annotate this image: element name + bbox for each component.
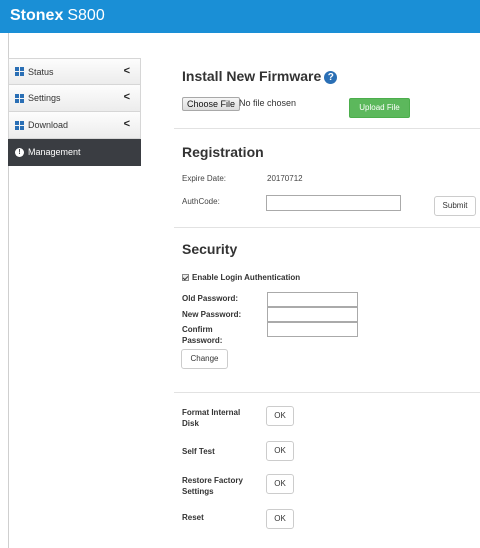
format-disk-ok-button[interactable]: OK xyxy=(266,406,294,426)
sidebar-item-label: Management xyxy=(28,147,81,157)
section-divider xyxy=(174,227,480,228)
authcode-input[interactable] xyxy=(266,195,401,211)
restore-factory-label: Restore Factory Settings xyxy=(182,475,243,497)
chevron-left-icon: < xyxy=(123,65,130,77)
upload-file-button[interactable]: Upload File xyxy=(349,98,410,118)
confirm-password-input[interactable] xyxy=(267,322,358,337)
grid-icon xyxy=(15,120,24,130)
firmware-section-title: Install New Firmware? xyxy=(182,68,338,84)
sidebar-nav: Status < Settings < Download < ! Managem… xyxy=(8,58,141,166)
sidebar-item-settings[interactable]: Settings < xyxy=(8,85,141,112)
change-password-button[interactable]: Change xyxy=(181,349,228,369)
new-password-label: New Password: xyxy=(182,310,242,319)
restore-factory-label-line2: Settings xyxy=(182,487,214,496)
confirm-password-label-line1: Confirm xyxy=(182,325,213,334)
choose-file-button[interactable]: Choose File xyxy=(182,97,241,111)
grid-icon xyxy=(15,67,24,76)
brand-model: S800 xyxy=(67,7,105,24)
self-test-label: Self Test xyxy=(182,447,215,456)
expire-date-value: 20170712 xyxy=(267,174,303,183)
old-password-input[interactable] xyxy=(267,292,358,307)
sidebar-item-management[interactable]: ! Management xyxy=(8,139,141,166)
chevron-left-icon: < xyxy=(123,118,130,130)
registration-section-title: Registration xyxy=(182,144,264,160)
brand-name: Stonex xyxy=(10,7,64,24)
format-disk-label-line2: Disk xyxy=(182,419,199,428)
firmware-title-text: Install New Firmware xyxy=(182,68,322,84)
info-icon: ! xyxy=(15,147,24,157)
enable-login-auth-label: Enable Login Authentication xyxy=(192,273,301,282)
expire-date-label: Expire Date: xyxy=(182,174,227,183)
sidebar-item-status[interactable]: Status < xyxy=(8,58,141,85)
confirm-password-label-line2: Password: xyxy=(182,336,223,345)
top-header-bar: Stonex S800 xyxy=(0,0,480,33)
help-icon[interactable]: ? xyxy=(324,71,338,84)
enable-login-auth-row: Enable Login Authentication xyxy=(182,272,300,283)
chevron-left-icon: < xyxy=(123,91,130,103)
submit-button[interactable]: Submit xyxy=(434,196,476,216)
old-password-label: Old Password: xyxy=(182,294,239,303)
sidebar-item-label: Settings xyxy=(28,93,61,103)
brand-logo: Stonex S800 xyxy=(10,7,105,25)
section-divider xyxy=(174,392,480,393)
sidebar-item-label: Status xyxy=(28,66,54,77)
grid-icon xyxy=(15,93,24,103)
confirm-password-label: Confirm Password: xyxy=(182,324,222,346)
security-section-title: Security xyxy=(182,241,238,257)
self-test-ok-button[interactable]: OK xyxy=(266,441,294,461)
enable-login-auth-checkbox[interactable] xyxy=(182,274,189,281)
reset-ok-button[interactable]: OK xyxy=(266,509,294,529)
format-disk-label-line1: Format Internal xyxy=(182,408,241,417)
new-password-input[interactable] xyxy=(267,307,358,322)
authcode-label: AuthCode: xyxy=(182,197,220,206)
restore-factory-label-line1: Restore Factory xyxy=(182,476,243,485)
reset-label: Reset xyxy=(182,513,204,522)
sidebar-item-label: Download xyxy=(28,120,69,130)
sidebar-item-download[interactable]: Download < xyxy=(8,112,141,139)
format-disk-label: Format Internal Disk xyxy=(182,407,240,429)
section-divider xyxy=(174,128,480,129)
restore-factory-ok-button[interactable]: OK xyxy=(266,474,294,494)
no-file-chosen-text: No file chosen xyxy=(239,98,297,108)
